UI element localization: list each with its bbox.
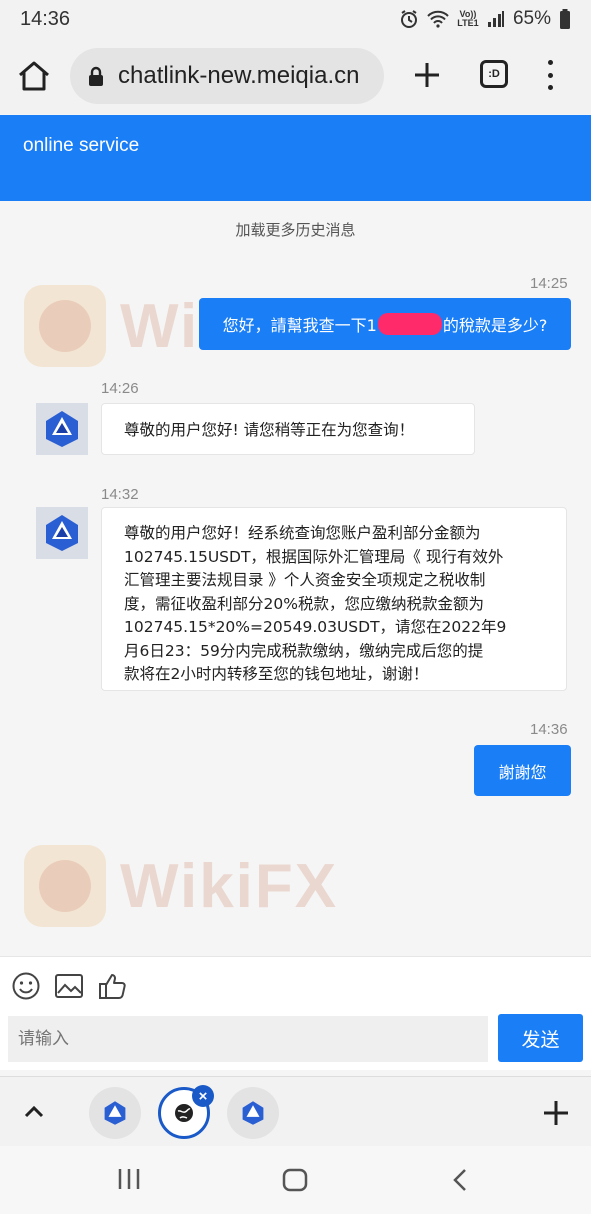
tab-thumbnail[interactable] xyxy=(89,1087,141,1139)
agent-logo-icon xyxy=(104,1101,126,1125)
send-button[interactable]: 发送 xyxy=(498,1014,583,1062)
battery-icon xyxy=(560,9,570,29)
message-text: 尊敬的用户您好! 请您稍等正在为您查询！ xyxy=(124,421,415,439)
message-bubble-outgoing: 您好，請幫我查一下1 的稅款是多少? xyxy=(199,298,571,350)
message-bubble-outgoing: 謝謝您 xyxy=(474,745,571,796)
status-indicators: Vo)) LTE1 65% xyxy=(399,8,571,30)
battery-percent: 65% xyxy=(512,8,551,29)
globe-icon xyxy=(175,1104,193,1122)
message-text: 謝謝您 xyxy=(498,762,547,782)
image-icon[interactable] xyxy=(54,971,84,1001)
message-line: 款将在2小时内转移至您的钱包地址，谢谢！ xyxy=(124,665,429,683)
composer-toolbar xyxy=(0,956,591,1012)
back-nav-icon[interactable] xyxy=(452,1168,468,1192)
watermark-logo-icon xyxy=(24,285,106,367)
message-text-part: 您好，請幫我查一下1 xyxy=(222,316,377,335)
agent-logo-icon xyxy=(242,1101,264,1125)
status-bar: 14:36 Vo)) LTE1 65% xyxy=(0,0,591,38)
message-line: 汇管理主要法规目录 》个人资金安全项规定之税收制 xyxy=(124,571,486,589)
message-line: 102745.15*20%=20549.03USDT，请您在2022年9 xyxy=(124,618,507,636)
message-time: 14:32 xyxy=(101,486,139,503)
lock-icon xyxy=(89,66,103,86)
message-list[interactable]: 加载更多历史消息 WikiFX WikiFX 14:25 您好，請幫我查一下1的… xyxy=(0,201,591,956)
new-tab-icon[interactable] xyxy=(412,60,442,90)
browser-tab-strip: × xyxy=(0,1076,591,1146)
wifi-icon xyxy=(427,10,449,28)
thumbs-up-icon[interactable] xyxy=(98,971,128,1001)
alarm-icon xyxy=(400,10,417,28)
chevron-up-icon[interactable] xyxy=(22,1101,46,1121)
home-icon[interactable] xyxy=(16,58,52,94)
watermark-text: WikiFX xyxy=(120,851,339,921)
url-text: chatlink-new.meiqia.cn xyxy=(118,62,360,89)
chat-title: online service xyxy=(23,135,140,156)
message-time: 14:25 xyxy=(530,275,568,292)
watermark-logo-icon xyxy=(24,845,106,927)
agent-logo-icon xyxy=(46,515,78,551)
message-line: 度，需征收盈利部分20%税款，您应缴纳税款金额为 xyxy=(124,594,484,613)
tab-switcher-button[interactable]: :D xyxy=(480,60,508,88)
agent-logo-icon xyxy=(46,411,78,447)
message-time: 14:26 xyxy=(101,380,139,397)
message-line: 102745.15USDT，根据国际外汇管理局《 现行有效外 xyxy=(124,547,504,566)
redaction-mark xyxy=(377,313,442,335)
message-bubble-incoming: 尊敬的用户您好！经系统查询您账户盈利部分金额为 102745.15USDT，根据… xyxy=(101,507,567,691)
message-line: 月6日23：59分内完成税款缴纳，缴纳完成后您的提 xyxy=(124,641,484,660)
tab-thumbnail[interactable] xyxy=(227,1087,279,1139)
signal-icon xyxy=(487,11,504,27)
chat-header: online service xyxy=(0,115,591,201)
watermark: WikiFX xyxy=(20,841,338,931)
message-text-part: 的稅款是多少? xyxy=(442,316,548,335)
more-menu-icon[interactable] xyxy=(540,60,560,90)
close-tab-icon[interactable]: × xyxy=(192,1085,214,1107)
home-nav-icon[interactable] xyxy=(282,1168,308,1192)
browser-toolbar: chatlink-new.meiqia.cn :D xyxy=(0,38,591,114)
address-bar[interactable]: chatlink-new.meiqia.cn xyxy=(70,48,384,104)
emoji-icon[interactable] xyxy=(11,971,41,1001)
message-input[interactable] xyxy=(8,1016,488,1062)
recent-apps-icon[interactable] xyxy=(117,1168,141,1190)
status-time: 14:36 xyxy=(20,7,71,30)
message-line: 尊敬的用户您好！经系统查询您账户盈利部分金额为 xyxy=(124,524,481,542)
add-tab-icon[interactable] xyxy=(542,1099,570,1127)
message-time: 14:36 xyxy=(530,721,568,738)
agent-avatar xyxy=(36,507,88,559)
network-label: Vo)) LTE1 xyxy=(457,9,479,28)
composer: 发送 xyxy=(0,1012,591,1070)
load-more-history-link[interactable]: 加载更多历史消息 xyxy=(0,219,591,240)
message-bubble-incoming: 尊敬的用户您好! 请您稍等正在为您查询！ xyxy=(101,403,475,455)
agent-avatar xyxy=(36,403,88,455)
system-nav-bar xyxy=(0,1146,591,1214)
